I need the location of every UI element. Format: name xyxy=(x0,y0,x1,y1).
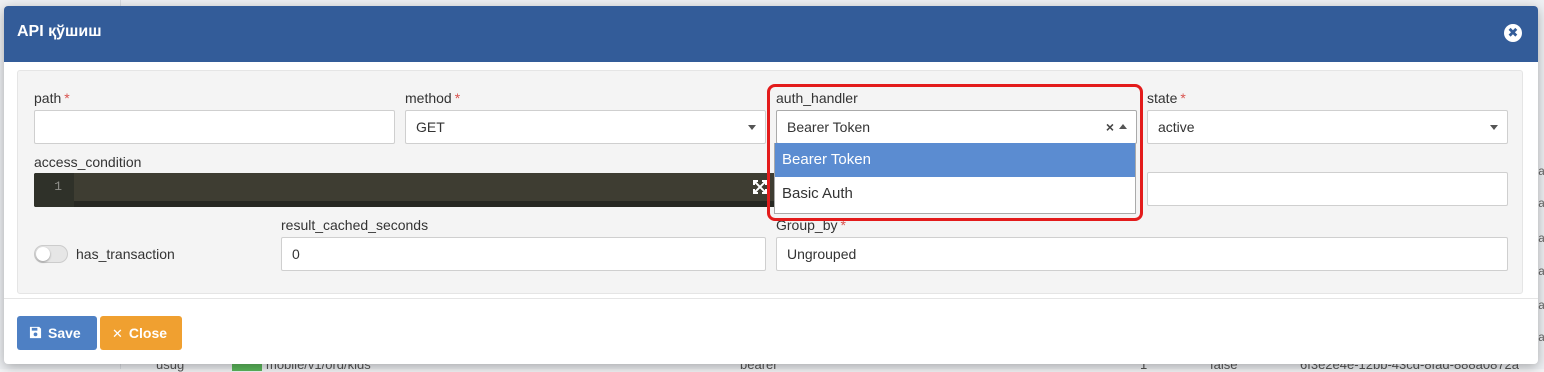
close-button[interactable]: ✕ Close xyxy=(100,316,182,350)
method-label: method * xyxy=(405,90,461,106)
modal-header: API қўшиш ✖ xyxy=(4,6,1538,62)
floppy-disk-icon xyxy=(29,326,42,339)
clear-icon[interactable]: × xyxy=(1106,111,1114,143)
bg-cell: a2 xyxy=(1538,331,1544,345)
result-cached-seconds-label: result_cached_seconds xyxy=(281,217,429,233)
bg-cell: a2 xyxy=(1538,197,1544,211)
result-cached-seconds-input[interactable] xyxy=(281,237,766,271)
auth-handler-dropdown: Bearer Token Basic Auth xyxy=(774,143,1136,214)
editor-active-line[interactable] xyxy=(74,173,779,201)
chevron-down-icon xyxy=(1490,125,1498,130)
save-button[interactable]: Save xyxy=(17,316,97,350)
method-value: GET xyxy=(416,119,445,135)
auth-handler-label: auth_handler xyxy=(776,90,858,106)
has-transaction-label: has_transaction xyxy=(76,246,175,262)
group-by-input[interactable] xyxy=(776,237,1508,271)
dropdown-option-bearer-token[interactable]: Bearer Token xyxy=(775,143,1135,177)
close-icon: ✕ xyxy=(112,326,123,341)
bg-cell: a2 xyxy=(1538,232,1544,246)
close-icon[interactable]: ✖ xyxy=(1504,24,1522,42)
footer-divider xyxy=(4,298,1538,299)
state-label: state * xyxy=(1147,90,1186,106)
has-transaction-toggle[interactable] xyxy=(34,245,68,263)
chevron-down-icon xyxy=(748,125,756,130)
group-by-label: Group_by * xyxy=(776,217,846,233)
path-label: path * xyxy=(34,90,70,106)
expand-icon[interactable] xyxy=(753,180,767,194)
access-condition-editor[interactable]: 1 xyxy=(34,173,779,207)
modal-title: API қўшиш xyxy=(17,23,102,40)
path-input[interactable] xyxy=(34,110,395,144)
state-select[interactable]: active xyxy=(1147,110,1508,144)
toggle-knob xyxy=(36,247,50,261)
hidden-field-input[interactable] xyxy=(1147,172,1508,206)
bg-cell: a2 xyxy=(1538,265,1544,279)
bg-cell: a2 xyxy=(1538,299,1544,313)
method-select[interactable]: GET xyxy=(405,110,766,144)
add-api-modal: API қўшиш ✖ path * method * GET auth_handl… xyxy=(4,6,1538,364)
form-panel: path * method * GET auth_handler Bearer To… xyxy=(17,70,1523,294)
state-value: active xyxy=(1158,119,1195,135)
auth-handler-value: Bearer Token xyxy=(787,119,871,135)
line-number: 1 xyxy=(34,173,74,207)
auth-handler-select[interactable]: Bearer Token × xyxy=(776,110,1137,144)
chevron-up-icon xyxy=(1119,124,1127,129)
save-label: Save xyxy=(48,325,81,341)
dropdown-option-basic-auth[interactable]: Basic Auth xyxy=(775,177,1135,211)
access-condition-label: access_condition xyxy=(34,154,142,170)
close-label: Close xyxy=(128,325,168,341)
bg-cell: a2 xyxy=(1538,165,1544,179)
